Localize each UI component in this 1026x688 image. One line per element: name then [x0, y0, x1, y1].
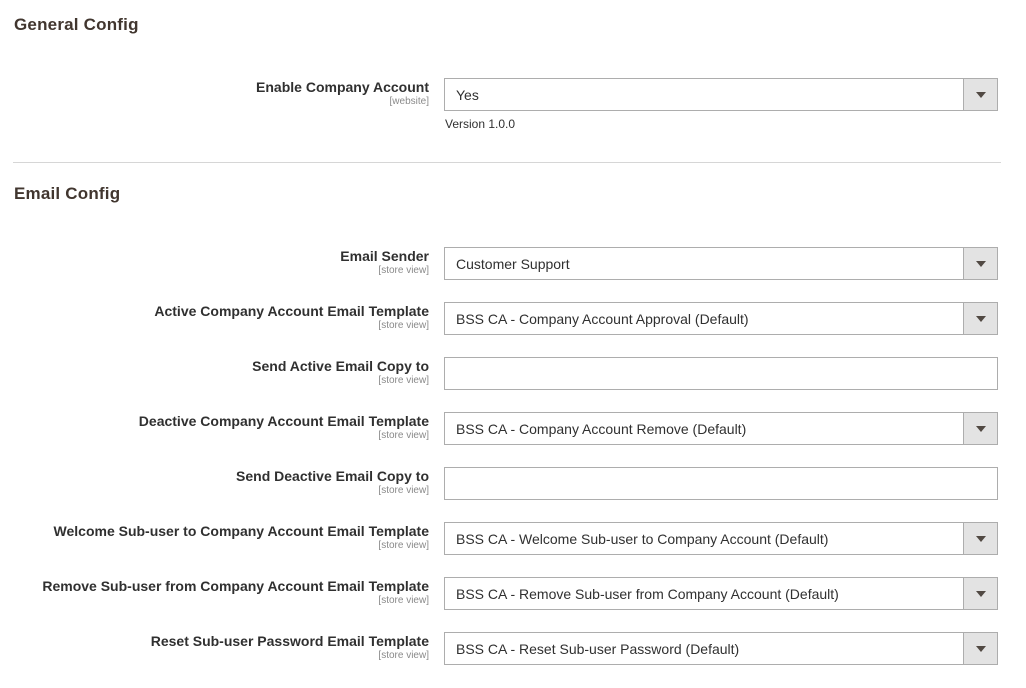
field-label: Active Company Account Email Template — [154, 303, 429, 319]
field-scope: [store view] — [378, 430, 429, 441]
dropdown-button[interactable] — [963, 413, 997, 444]
send-active-email-copy-input[interactable] — [444, 357, 998, 390]
field-label: Email Sender — [340, 248, 429, 264]
field-scope: [store view] — [378, 650, 429, 661]
field-scope: [store view] — [378, 320, 429, 331]
field-scope: [store view] — [378, 375, 429, 386]
active-email-template-select[interactable]: BSS CA - Company Account Approval (Defau… — [444, 302, 998, 335]
dropdown-button[interactable] — [963, 248, 997, 279]
welcome-subuser-template-select[interactable]: BSS CA - Welcome Sub-user to Company Acc… — [444, 522, 998, 555]
dropdown-button[interactable] — [963, 79, 997, 110]
field-enable-company-account: Enable Company Account [website] Yes — [0, 78, 1026, 112]
field-scope: [store view] — [378, 540, 429, 551]
field-remove-subuser-template: Remove Sub-user from Company Account Ema… — [0, 577, 1026, 611]
section-title-general-config: General Config — [14, 15, 139, 34]
field-reset-subuser-password-template: Reset Sub-user Password Email Template [… — [0, 632, 1026, 666]
reset-subuser-password-template-select[interactable]: BSS CA - Reset Sub-user Password (Defaul… — [444, 632, 998, 665]
field-label: Send Active Email Copy to — [252, 358, 429, 374]
select-value: BSS CA - Welcome Sub-user to Company Acc… — [456, 531, 829, 547]
dropdown-button[interactable] — [963, 578, 997, 609]
field-label: Deactive Company Account Email Template — [138, 413, 429, 429]
chevron-down-icon — [976, 261, 986, 267]
chevron-down-icon — [976, 92, 986, 98]
field-scope: [store view] — [378, 485, 429, 496]
chevron-down-icon — [976, 646, 986, 652]
select-value: BSS CA - Company Account Approval (Defau… — [456, 311, 749, 327]
field-label: Reset Sub-user Password Email Template — [150, 633, 429, 649]
select-value: BSS CA - Remove Sub-user from Company Ac… — [456, 586, 839, 602]
select-value: Yes — [456, 87, 479, 103]
chevron-down-icon — [976, 316, 986, 322]
deactive-email-template-select[interactable]: BSS CA - Company Account Remove (Default… — [444, 412, 998, 445]
version-note: Version 1.0.0 — [445, 117, 516, 131]
field-email-sender: Email Sender [store view] Customer Suppo… — [0, 247, 1026, 281]
dropdown-button[interactable] — [963, 523, 997, 554]
dropdown-button[interactable] — [963, 633, 997, 664]
field-send-deactive-email-copy: Send Deactive Email Copy to [store view] — [0, 467, 1026, 501]
select-value: BSS CA - Reset Sub-user Password (Defaul… — [456, 641, 740, 657]
chevron-down-icon — [976, 591, 986, 597]
select-value: Customer Support — [456, 256, 570, 272]
select-value: BSS CA - Company Account Remove (Default… — [456, 421, 747, 437]
field-scope: [website] — [389, 96, 429, 107]
enable-company-account-select[interactable]: Yes — [444, 78, 998, 111]
field-label: Remove Sub-user from Company Account Ema… — [42, 578, 429, 594]
chevron-down-icon — [976, 426, 986, 432]
field-deactive-email-template: Deactive Company Account Email Template … — [0, 412, 1026, 446]
section-divider — [13, 162, 1001, 163]
field-label: Enable Company Account — [256, 79, 429, 95]
field-label: Welcome Sub-user to Company Account Emai… — [53, 523, 429, 539]
section-title-email-config: Email Config — [14, 184, 121, 203]
field-active-email-template: Active Company Account Email Template [s… — [0, 302, 1026, 336]
field-welcome-subuser-template: Welcome Sub-user to Company Account Emai… — [0, 522, 1026, 556]
chevron-down-icon — [976, 536, 986, 542]
field-label: Send Deactive Email Copy to — [236, 468, 429, 484]
field-send-active-email-copy: Send Active Email Copy to [store view] — [0, 357, 1026, 391]
field-scope: [store view] — [378, 595, 429, 606]
dropdown-button[interactable] — [963, 303, 997, 334]
field-scope: [store view] — [378, 265, 429, 276]
remove-subuser-template-select[interactable]: BSS CA - Remove Sub-user from Company Ac… — [444, 577, 998, 610]
email-sender-select[interactable]: Customer Support — [444, 247, 998, 280]
send-deactive-email-copy-input[interactable] — [444, 467, 998, 500]
